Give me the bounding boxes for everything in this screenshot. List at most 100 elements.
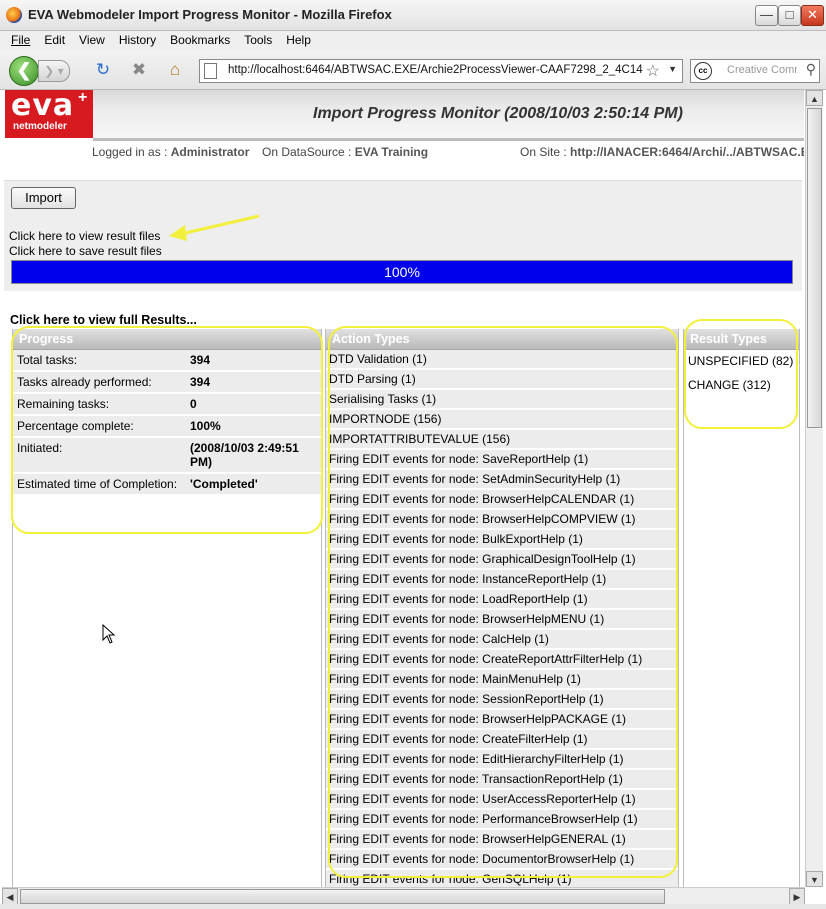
action-type-item: Firing EDIT events for node: Performance… bbox=[326, 810, 678, 830]
menu-tools[interactable]: Tools bbox=[241, 31, 275, 49]
site-info: On Site : http://IANACER:6464/Archi/../A… bbox=[520, 145, 804, 159]
progress-value: 0 bbox=[190, 397, 197, 411]
action-type-item: Firing EDIT events for node: BrowserHelp… bbox=[326, 610, 678, 630]
view-full-results-link[interactable]: Click here to view full Results... bbox=[10, 313, 197, 327]
save-result-files-link[interactable]: Click here to save result files bbox=[9, 244, 162, 258]
minimize-button[interactable]: — bbox=[755, 5, 778, 26]
action-type-item: Firing EDIT events for node: SaveReportH… bbox=[326, 450, 678, 470]
title-bar: EVA Webmodeler Import Progress Monitor -… bbox=[0, 0, 826, 31]
close-button[interactable]: ✕ bbox=[801, 5, 824, 26]
reload-icon[interactable]: ↻ bbox=[93, 60, 113, 80]
mouse-cursor-icon bbox=[102, 624, 116, 644]
action-type-item: Firing EDIT events for node: GraphicalDe… bbox=[326, 550, 678, 570]
action-type-item: Firing EDIT events for node: EditHierarc… bbox=[326, 750, 678, 770]
action-type-item: Firing EDIT events for node: CreateFilte… bbox=[326, 730, 678, 750]
url-bar[interactable]: http://localhost:6464/ABTWSAC.EXE/Archie… bbox=[199, 59, 683, 83]
action-type-item: IMPORTNODE (156) bbox=[326, 410, 678, 430]
result-type-item: CHANGE (312) bbox=[684, 374, 799, 398]
scroll-left-icon[interactable]: ◀ bbox=[2, 888, 18, 905]
action-type-item: Firing EDIT events for node: DocumentorB… bbox=[326, 850, 678, 870]
search-bar[interactable]: cc Creative Comm ⚲ bbox=[690, 59, 820, 83]
action-type-item: Firing EDIT events for node: LoadReportH… bbox=[326, 590, 678, 610]
progress-row: Tasks already performed: 394 bbox=[13, 372, 321, 394]
progress-value: 394 bbox=[190, 375, 211, 389]
progress-value: 394 bbox=[190, 353, 211, 367]
menu-history[interactable]: History bbox=[116, 31, 159, 49]
creative-commons-icon[interactable]: cc bbox=[694, 62, 712, 80]
eva-logo: eva + netmodeler bbox=[5, 90, 93, 138]
menu-view[interactable]: View bbox=[76, 31, 108, 49]
page-title: Import Progress Monitor (2008/10/03 2:50… bbox=[313, 105, 683, 122]
forward-button[interactable]: ❯ ▾ bbox=[38, 60, 70, 82]
search-icon[interactable]: ⚲ bbox=[806, 61, 816, 78]
datasource-info: On DataSource : EVA Training bbox=[262, 145, 429, 159]
header-band: Import Progress Monitor (2008/10/03 2:50… bbox=[93, 90, 804, 141]
maximize-button[interactable]: □ bbox=[778, 5, 801, 26]
progress-value: 'Completed' bbox=[190, 477, 258, 491]
action-type-item: Firing EDIT events for node: SessionRepo… bbox=[326, 690, 678, 710]
home-icon[interactable]: ⌂ bbox=[165, 60, 185, 80]
horizontal-scroll-thumb[interactable] bbox=[20, 889, 665, 904]
progress-bar: 100% bbox=[11, 260, 793, 284]
navigation-toolbar: ❮ ❯ ▾ ↻ ✖ ⌂ http://localhost:6464/ABTWSA… bbox=[0, 51, 826, 90]
action-type-item: Firing EDIT events for node: MainMenuHel… bbox=[326, 670, 678, 690]
scroll-right-icon[interactable]: ▶ bbox=[789, 888, 805, 905]
action-type-item: DTD Validation (1) bbox=[326, 350, 678, 370]
action-type-item: Firing EDIT events for node: BrowserHelp… bbox=[326, 490, 678, 510]
result-rows: UNSPECIFIED (82) CHANGE (312) bbox=[684, 350, 799, 398]
progress-rows: Total tasks: 394 Tasks already performed: 3… bbox=[13, 350, 321, 496]
action-type-item: DTD Parsing (1) bbox=[326, 370, 678, 390]
action-type-item: Firing EDIT events for node: Transaction… bbox=[326, 770, 678, 790]
action-type-item: Firing EDIT events for node: GenSQLHelp … bbox=[326, 870, 678, 887]
action-types-panel: Action Types DTD Validation (1) DTD Parsi… bbox=[325, 329, 679, 887]
import-button[interactable]: Import bbox=[11, 187, 76, 209]
action-type-item: IMPORTATTRIBUTEVALUE (156) bbox=[326, 430, 678, 450]
progress-row: Initiated: (2008/10/03 2:49:51 PM) bbox=[13, 438, 321, 474]
view-result-files-link[interactable]: Click here to view result files bbox=[9, 229, 160, 243]
menu-help[interactable]: Help bbox=[283, 31, 314, 49]
action-type-item: Firing EDIT events for node: BrowserHelp… bbox=[326, 510, 678, 530]
horizontal-scrollbar[interactable]: ◀ ▶ bbox=[2, 887, 805, 905]
progress-label: Tasks already performed: bbox=[17, 375, 152, 389]
progress-value: (2008/10/03 2:49:51 PM) bbox=[190, 441, 299, 469]
result-types-panel: Result Types UNSPECIFIED (82) CHANGE (312… bbox=[683, 329, 800, 887]
window-title: EVA Webmodeler Import Progress Monitor -… bbox=[28, 7, 392, 22]
bookmark-star-icon[interactable]: ☆ bbox=[646, 61, 660, 81]
progress-label: Initiated: bbox=[17, 441, 63, 455]
action-type-item: Serialising Tasks (1) bbox=[326, 390, 678, 410]
progress-panel-header: Progress bbox=[13, 329, 321, 350]
scroll-down-icon[interactable]: ▼ bbox=[806, 871, 823, 887]
back-button[interactable]: ❮ bbox=[9, 56, 39, 86]
action-type-item: Firing EDIT events for node: SetAdminSec… bbox=[326, 470, 678, 490]
menu-bookmarks[interactable]: Bookmarks bbox=[167, 31, 233, 49]
vertical-scroll-thumb[interactable] bbox=[807, 108, 822, 428]
result-types-header: Result Types bbox=[684, 329, 799, 350]
progress-value: 100% bbox=[190, 419, 221, 433]
action-type-item: Firing EDIT events for node: CreateRepor… bbox=[326, 650, 678, 670]
annotation-arrow bbox=[169, 214, 260, 241]
url-text[interactable]: http://localhost:6464/ABTWSAC.EXE/Archie… bbox=[228, 64, 643, 76]
action-types-header: Action Types bbox=[326, 329, 678, 350]
url-dropdown-icon[interactable]: ▼ bbox=[668, 64, 677, 74]
action-type-item: Firing EDIT events for node: BrowserHelp… bbox=[326, 830, 678, 850]
menu-edit[interactable]: Edit bbox=[41, 31, 68, 49]
progress-row: Percentage complete: 100% bbox=[13, 416, 321, 438]
action-type-item: Firing EDIT events for node: InstanceRep… bbox=[326, 570, 678, 590]
vertical-scrollbar[interactable]: ▲ ▼ bbox=[805, 90, 823, 887]
progress-label: Total tasks: bbox=[17, 353, 78, 367]
status-bar bbox=[0, 904, 826, 909]
menu-file[interactable]: File bbox=[8, 31, 33, 49]
progress-label: Estimated time of Completion: bbox=[17, 477, 178, 491]
action-type-item: Firing EDIT events for node: BulkExportH… bbox=[326, 530, 678, 550]
page-content: eva + netmodeler Import Progress Monitor… bbox=[2, 90, 804, 887]
progress-row: Estimated time of Completion: 'Completed' bbox=[13, 474, 321, 496]
progress-row: Remaining tasks: 0 bbox=[13, 394, 321, 416]
stop-icon[interactable]: ✖ bbox=[129, 60, 149, 80]
action-type-item: Firing EDIT events for node: BrowserHelp… bbox=[326, 710, 678, 730]
scroll-up-icon[interactable]: ▲ bbox=[806, 90, 823, 106]
firefox-icon bbox=[6, 7, 22, 23]
search-input[interactable]: Creative Comm bbox=[727, 64, 797, 76]
action-rows: DTD Validation (1) DTD Parsing (1) Seriali… bbox=[326, 350, 678, 887]
menu-bar: File Edit View History Bookmarks Tools Help bbox=[0, 31, 826, 51]
action-type-item: Firing EDIT events for node: CalcHelp (1… bbox=[326, 630, 678, 650]
